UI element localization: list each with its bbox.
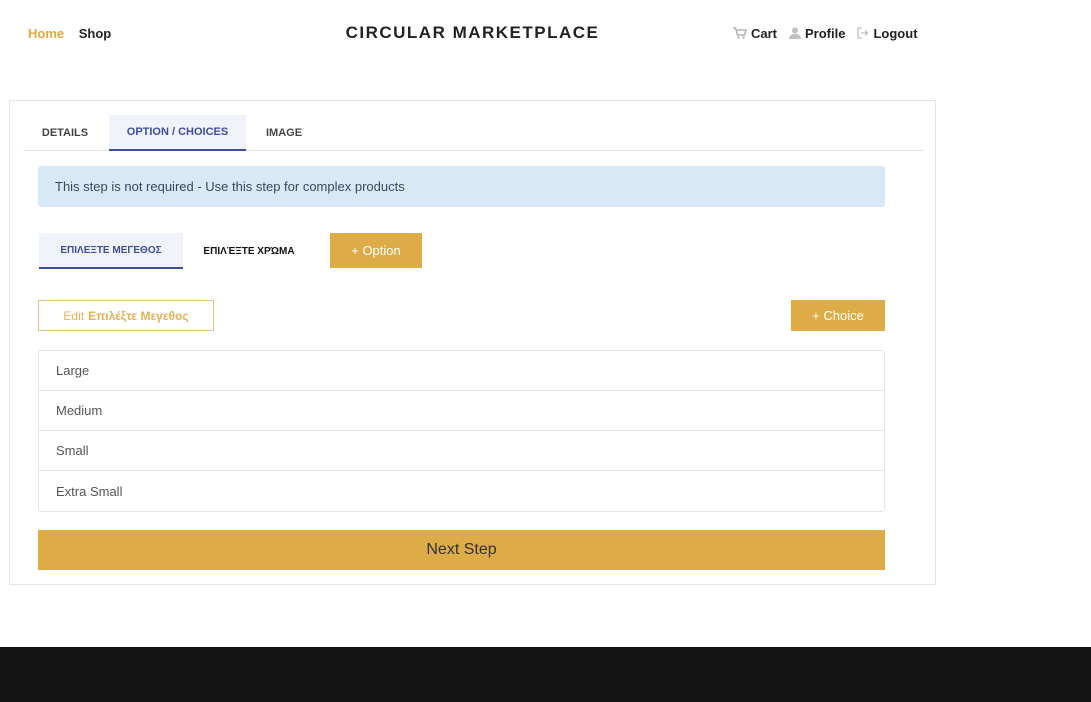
- tab-image[interactable]: IMAGE: [260, 115, 308, 151]
- edit-option-name: Επιλέξτε Μεγεθος: [88, 308, 189, 323]
- list-item[interactable]: Large: [39, 351, 884, 391]
- edit-prefix: Edit: [63, 308, 85, 323]
- sign-out-icon: [857, 26, 869, 41]
- wizard-tabs: DETAILS OPTION / CHOICES IMAGE: [23, 115, 924, 151]
- list-item[interactable]: Medium: [39, 391, 884, 431]
- product-wizard-card: DETAILS OPTION / CHOICES IMAGE This step…: [9, 100, 936, 585]
- cart-label: Cart: [751, 26, 778, 41]
- next-step-button[interactable]: Next Step: [38, 530, 885, 570]
- option-tab-size[interactable]: ΕΠΙΛΕΞΤΕ ΜΕΓΕΘΟΣ: [39, 233, 183, 269]
- logout-link[interactable]: Logout: [857, 26, 918, 41]
- cart-link[interactable]: Cart: [733, 26, 777, 41]
- add-option-button[interactable]: + Option: [330, 233, 422, 268]
- tab-option-choices[interactable]: OPTION / CHOICES: [109, 115, 246, 151]
- profile-label: Profile: [805, 26, 846, 41]
- list-item[interactable]: Extra Small: [39, 471, 884, 511]
- profile-link[interactable]: Profile: [789, 26, 845, 41]
- option-tab-color[interactable]: ΕΠΙΛΈΞΤΕ ΧΡΏΜΑ: [194, 233, 304, 269]
- page: Home Shop CIRCULAR MARKETPLACE Cart Prof…: [0, 0, 1091, 702]
- header: Home Shop CIRCULAR MARKETPLACE Cart Prof…: [0, 0, 1091, 70]
- cart-icon: [733, 26, 748, 41]
- footer: [0, 647, 1091, 702]
- tab-details[interactable]: DETAILS: [33, 115, 97, 151]
- list-item[interactable]: Small: [39, 431, 884, 471]
- nav-right: Cart Profile Logout: [733, 26, 918, 41]
- logout-label: Logout: [873, 26, 918, 41]
- choices-list: Large Medium Small Extra Small: [38, 350, 885, 512]
- add-choice-button[interactable]: + Choice: [791, 300, 885, 331]
- edit-option-button[interactable]: Edit Επιλέξτε Μεγεθος: [38, 300, 214, 331]
- user-icon: [789, 27, 802, 41]
- info-alert: This step is not required - Use this ste…: [38, 166, 885, 207]
